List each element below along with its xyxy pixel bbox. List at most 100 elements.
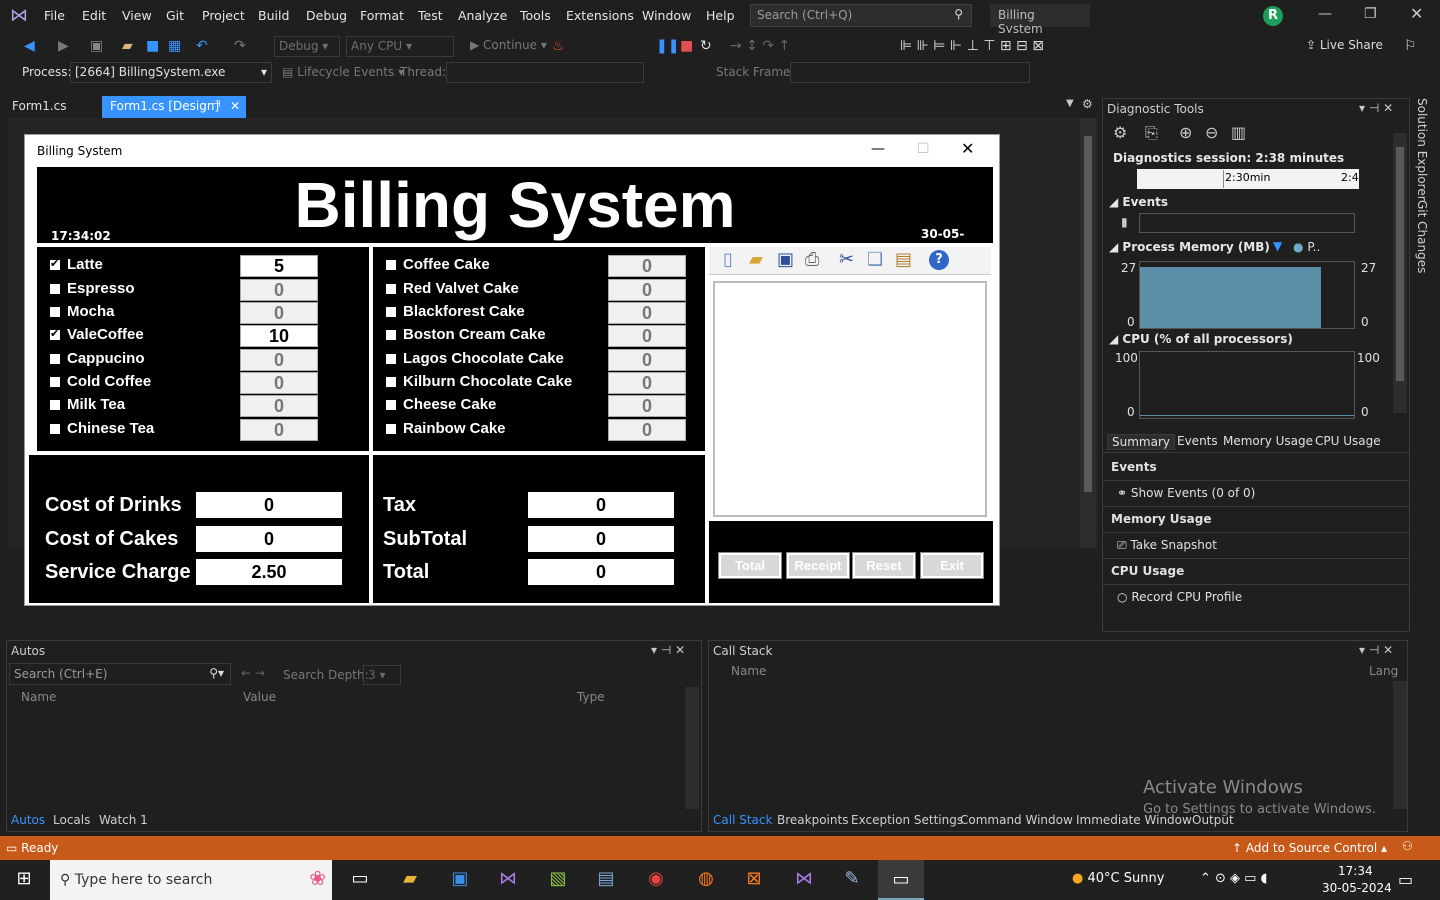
callstack-col-name[interactable]: Name xyxy=(731,664,766,678)
thread-dropdown[interactable] xyxy=(446,62,644,83)
avatar[interactable]: R xyxy=(1263,6,1283,26)
checkbox-chinese-tea[interactable] xyxy=(49,423,61,435)
menu-debug[interactable]: Debug xyxy=(306,8,347,23)
store-icon[interactable]: ▣ xyxy=(446,868,474,892)
hot-reload-icon[interactable]: ♨ xyxy=(552,38,565,54)
callstack-tab-breakpoints[interactable]: Breakpoints xyxy=(777,813,848,827)
value-cost-of-drinks[interactable]: 0 xyxy=(195,491,343,519)
qty-espresso[interactable]: 0 xyxy=(240,279,318,301)
menu-file[interactable]: File xyxy=(44,8,65,23)
tab-form1-cs[interactable]: Form1.cs xyxy=(4,96,75,118)
diag-tab-memory-usage[interactable]: Memory Usage xyxy=(1219,434,1317,448)
reset-view-icon[interactable]: ▥ xyxy=(1231,123,1246,142)
qty-milk-tea[interactable]: 0 xyxy=(240,395,318,417)
billing-app-taskbar-icon[interactable]: ▭ xyxy=(878,860,924,900)
form-minimize-icon[interactable]: — xyxy=(871,141,885,157)
callstack-panel-controls[interactable]: ▾ ⊣ ✕ xyxy=(1359,643,1393,657)
checkbox-blackforest-cake[interactable] xyxy=(385,306,397,318)
task-view-icon[interactable]: ▭ xyxy=(346,868,374,892)
autos-tab-watch-1[interactable]: Watch 1 xyxy=(99,813,148,827)
diag-settings-icon[interactable]: ⚙ xyxy=(1113,123,1127,142)
back-icon[interactable]: ◀ xyxy=(24,38,35,54)
qty-coffee-cake[interactable]: 0 xyxy=(608,255,686,277)
paint-icon[interactable]: ✎ xyxy=(838,868,866,892)
qty-cappucino[interactable]: 0 xyxy=(240,349,318,371)
undo-icon[interactable]: ↶ xyxy=(196,38,208,54)
app-icon[interactable]: ▧ xyxy=(544,868,572,892)
callstack-scrollbar[interactable] xyxy=(1393,681,1407,809)
callstack-tab-immediate-window[interactable]: Immediate Window xyxy=(1076,813,1192,827)
stop-icon[interactable]: ■ xyxy=(680,38,693,54)
zoom-in-icon[interactable]: ⊕ xyxy=(1179,123,1192,142)
autos-scrollbar[interactable] xyxy=(685,687,699,809)
new-icon[interactable]: ▯ xyxy=(723,249,733,270)
zoom-out-icon[interactable]: ⊖ xyxy=(1205,123,1218,142)
restart-icon[interactable]: ↻ xyxy=(700,38,712,54)
windows-start-icon[interactable]: ⊞ xyxy=(10,868,38,892)
paste-icon[interactable]: ▤ xyxy=(895,249,912,270)
exit-button[interactable]: Exit xyxy=(920,552,984,579)
diag-export-icon[interactable]: ⎘ xyxy=(1145,123,1158,143)
show-events-link[interactable]: ⚭ Show Events (0 of 0) xyxy=(1103,481,1409,507)
action-center-icon[interactable]: ▭ xyxy=(1398,870,1413,889)
panel-options-icons[interactable]: ▾ ⊣ ✕ xyxy=(1359,101,1393,115)
callstack-tab-exception-settings[interactable]: Exception Settings xyxy=(851,813,963,827)
copy-icon[interactable]: ❏ xyxy=(867,249,883,270)
checkbox-mocha[interactable] xyxy=(49,306,61,318)
continue-button[interactable]: ▶ Continue ▾ xyxy=(470,38,547,52)
value-total[interactable]: 0 xyxy=(527,558,675,586)
checkbox-kilburn-chocolate-cake[interactable] xyxy=(385,376,397,388)
take-snapshot-button[interactable]: ⎚ Take Snapshot xyxy=(1103,533,1409,559)
firefox-icon[interactable]: ◍ xyxy=(692,868,720,892)
menu-git[interactable]: Git xyxy=(166,8,184,23)
checkbox-espresso[interactable] xyxy=(49,283,61,295)
menu-extensions[interactable]: Extensions xyxy=(566,8,634,23)
close-tab-icon[interactable]: ✕ xyxy=(230,99,240,113)
visual-studio-2-icon[interactable]: ⋈ xyxy=(790,868,818,892)
clock-time[interactable]: 17:34 xyxy=(1338,864,1373,878)
xampp-icon[interactable]: ⊠ xyxy=(740,868,768,892)
reset-button[interactable]: Reset xyxy=(852,552,916,579)
live-share-button[interactable]: ⇪ Live Share xyxy=(1306,38,1383,52)
add-to-source-control-button[interactable]: ↑ Add to Source Control ▴ xyxy=(1232,841,1387,855)
stack-frame-dropdown[interactable] xyxy=(790,62,1030,83)
timeline-ruler[interactable]: 2:30min 2:4 xyxy=(1137,169,1359,189)
checkbox-lagos-chocolate-cake[interactable] xyxy=(385,353,397,365)
layout-align-icons[interactable]: ⊫ ⊪ ⊨ ⊩ ⊥ ⊤ ⊞ ⊟ ⊠ xyxy=(900,38,1044,54)
callstack-tab-command-window[interactable]: Command Window xyxy=(960,813,1073,827)
menu-build[interactable]: Build xyxy=(258,8,289,23)
minimize-icon[interactable]: — xyxy=(1318,6,1332,22)
lifecycle-events-button[interactable]: ▤ Lifecycle Events ▾ xyxy=(282,65,404,79)
col-type[interactable]: Type xyxy=(577,690,605,704)
tab-form1-design[interactable]: Form1.cs [Design] ⊣ ✕ xyxy=(102,96,246,118)
value-tax[interactable]: 0 xyxy=(527,491,675,519)
menu-format[interactable]: Format xyxy=(360,8,404,23)
form-maximize-icon[interactable]: ☐ xyxy=(917,141,930,157)
callstack-tab-call-stack[interactable]: Call Stack xyxy=(713,813,772,827)
autos-panel-controls[interactable]: ▾ ⊣ ✕ xyxy=(651,643,685,657)
new-project-icon[interactable]: ▣ xyxy=(90,38,103,54)
file-explorer-icon[interactable]: ▰ xyxy=(396,868,424,892)
checkbox-latte[interactable] xyxy=(49,257,61,271)
total-button[interactable]: Total xyxy=(718,552,782,579)
checkbox-milk-tea[interactable] xyxy=(49,399,61,411)
checkbox-cheese-cake[interactable] xyxy=(385,399,397,411)
diag-tab-events[interactable]: Events xyxy=(1173,434,1222,448)
qty-kilburn-chocolate-cake[interactable]: 0 xyxy=(608,372,686,394)
save-all-icon[interactable]: ▦ xyxy=(168,38,181,54)
form-close-icon[interactable]: ✕ xyxy=(961,139,974,158)
git-changes-tab[interactable]: Git Changes xyxy=(1415,200,1429,273)
qty-chinese-tea[interactable]: 0 xyxy=(240,419,318,441)
checkbox-red-valvet-cake[interactable] xyxy=(385,283,397,295)
taskbar-search[interactable]: ⚲ Type here to search ❀ xyxy=(50,860,332,900)
checkbox-coffee-cake[interactable] xyxy=(385,259,397,271)
checkbox-cold-coffee[interactable] xyxy=(49,376,61,388)
menu-test[interactable]: Test xyxy=(418,8,443,23)
visual-studio-icon[interactable]: ⋈ xyxy=(494,868,522,892)
qty-lagos-chocolate-cake[interactable]: 0 xyxy=(608,349,686,371)
autos-search-input[interactable]: Search (Ctrl+E) ⚲▾ xyxy=(9,663,231,685)
clock-date[interactable]: 30-05-2024 xyxy=(1322,881,1392,895)
callstack-col-lang[interactable]: Lang xyxy=(1369,664,1398,678)
tab-overflow-icon[interactable]: ▼ xyxy=(1066,98,1074,109)
qty-latte[interactable]: 5 xyxy=(240,255,318,277)
